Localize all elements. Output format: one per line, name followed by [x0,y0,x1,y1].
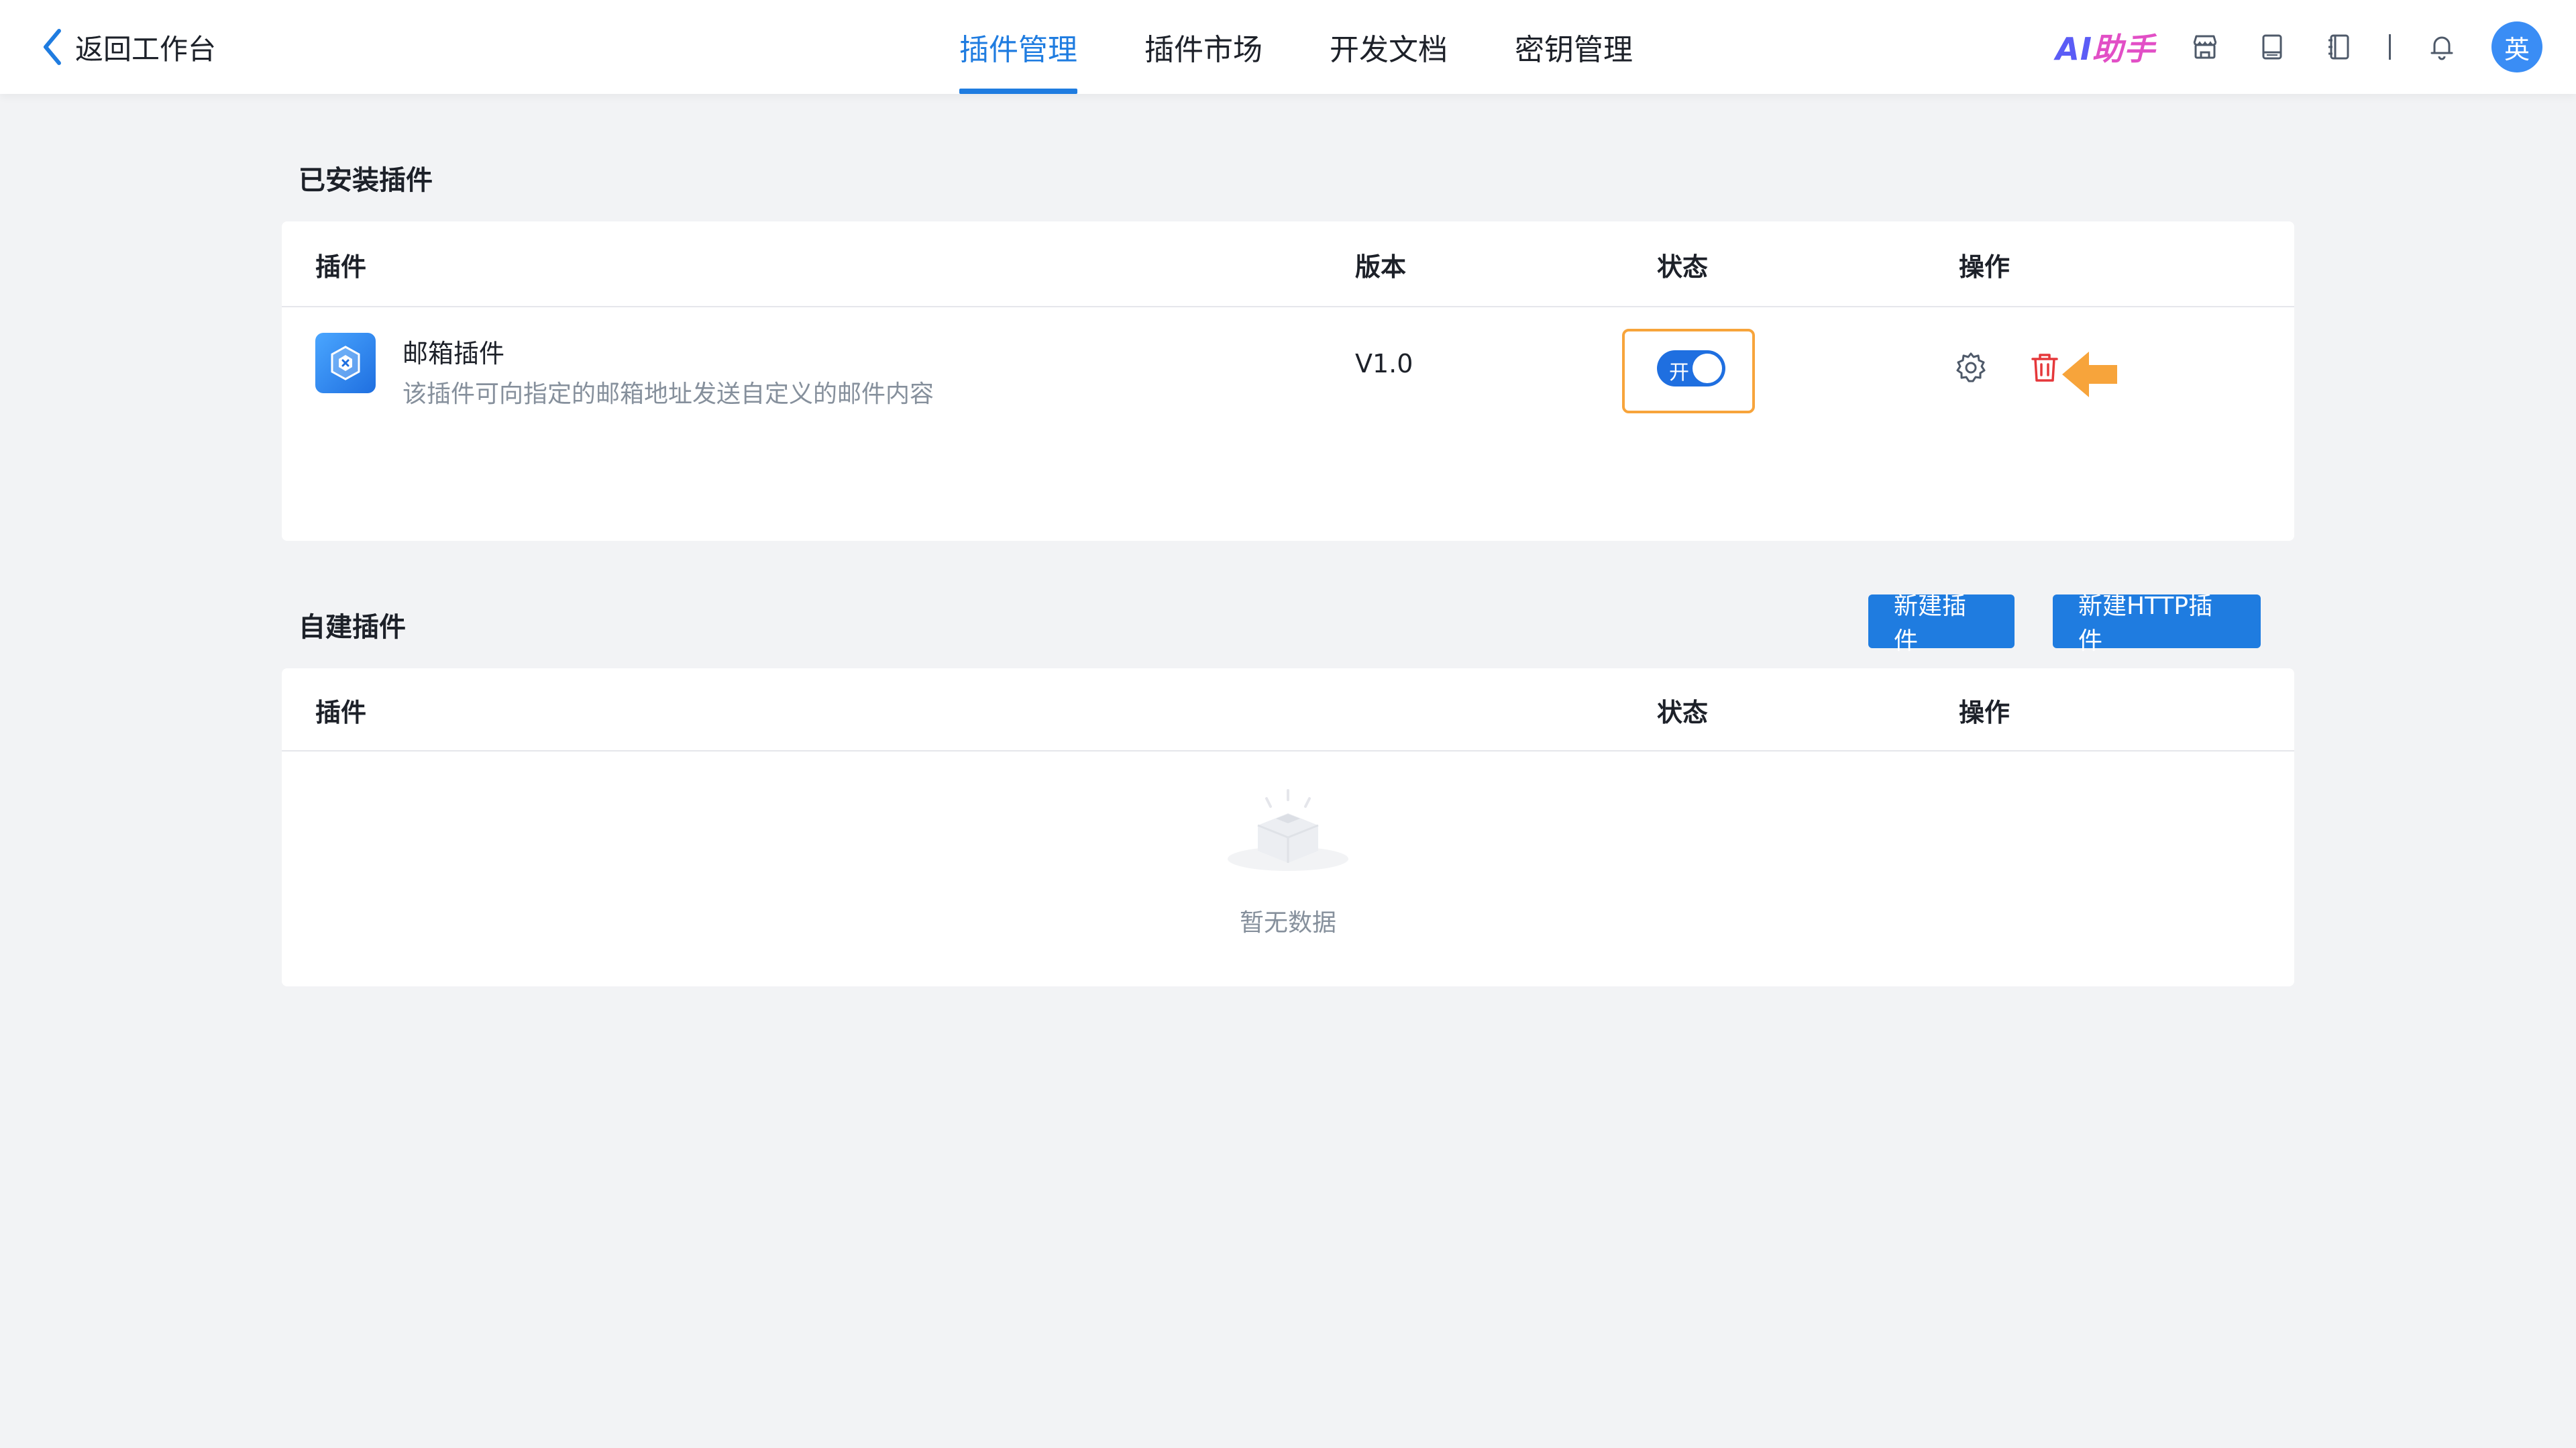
column-action: 操作 [1959,697,2010,727]
tab-label: 插件管理 [959,33,1077,67]
header-divider [2389,34,2391,60]
chevron-left-icon [44,29,61,65]
notebook-icon[interactable] [2322,30,2357,64]
column-action: 操作 [1959,252,2010,282]
user-avatar[interactable]: 英 [2491,21,2542,72]
column-version: 版本 [1355,252,1407,282]
back-label: 返回工作台 [75,32,217,66]
tab-label: 插件市场 [1144,33,1263,67]
empty-box-icon [1228,789,1348,871]
table-row: 邮箱插件 该插件可向指定的邮箱地址发送自定义的邮件内容 V1.0 开 [282,307,2294,428]
custom-plugins-title: 自建插件 [299,612,406,643]
tab-key-management[interactable]: 密钥管理 [1515,0,1633,94]
column-status: 状态 [1657,252,1709,282]
mail-plugin-icon [315,333,376,393]
custom-plugins-table: 插件 状态 操作 暂无数据 [282,668,2294,986]
top-header: 返回工作台 插件管理 插件市场 开发文档 密钥管理 AI助手 英 [0,0,2576,94]
plugin-version: V1.0 [1355,349,1413,378]
tab-plugin-market[interactable]: 插件市场 [1144,0,1263,94]
plugin-name: 邮箱插件 [402,339,505,368]
table-header: 插件 版本 状态 操作 [282,221,2294,307]
column-status: 状态 [1657,697,1709,727]
header-tools: AI助手 英 [2055,20,2542,74]
installed-plugins-table: 插件 版本 状态 操作 邮箱插件 该插件可向指定的邮箱地址发送自定义的邮件内容 … [282,221,2294,541]
tab-label: 密钥管理 [1515,33,1633,67]
toggle-knob [1693,354,1722,383]
store-icon[interactable] [2188,30,2222,64]
settings-gear-icon[interactable] [1952,349,1990,386]
toggle-label: 开 [1669,361,1689,384]
plugin-description: 该插件可向指定的邮箱地址发送自定义的邮件内容 [402,380,934,408]
ai-assistant-logo[interactable]: AI助手 [2055,25,2155,69]
tab-plugin-management[interactable]: 插件管理 [959,0,1077,94]
book-icon[interactable] [2255,30,2290,64]
empty-state: 暂无数据 [282,752,2294,986]
empty-text: 暂无数据 [1239,909,1336,937]
tab-label: 开发文档 [1330,33,1448,67]
main-nav: 插件管理 插件市场 开发文档 密钥管理 [959,0,1700,94]
column-plugin: 插件 [315,252,367,282]
installed-plugins-title: 已安装插件 [299,165,433,196]
back-to-workbench-link[interactable]: 返回工作台 [39,24,216,70]
delete-trash-icon[interactable] [2026,349,2063,386]
table-header: 插件 状态 操作 [282,668,2294,752]
tab-dev-docs[interactable]: 开发文档 [1330,0,1448,94]
column-plugin: 插件 [315,697,367,727]
pointing-arrow-icon [2062,352,2117,397]
new-http-plugin-button[interactable]: 新建HTTP插件 [2053,592,2261,655]
status-toggle-switch[interactable]: 开 [1657,350,1725,386]
new-plugin-button[interactable]: 新建插件 [1868,592,2015,655]
bell-icon[interactable] [2424,30,2459,64]
